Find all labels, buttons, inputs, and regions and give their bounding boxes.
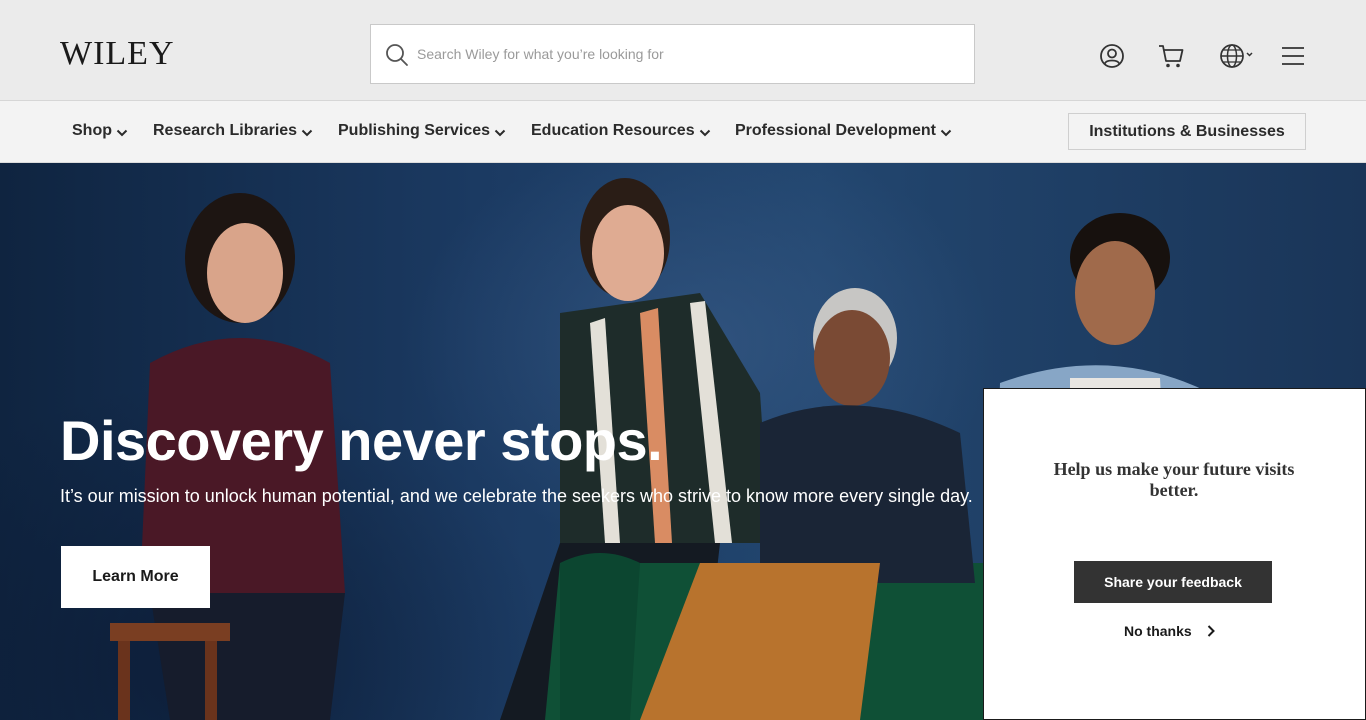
- nav-item-label: Shop: [72, 122, 112, 139]
- chevron-down-icon: [116, 129, 128, 136]
- search-input[interactable]: [417, 25, 967, 83]
- search-icon[interactable]: [385, 43, 409, 67]
- chevron-down-icon: [699, 129, 710, 136]
- feedback-popup: Help us make your future visits better. …: [983, 388, 1366, 720]
- institutions-businesses-button[interactable]: Institutions & Businesses: [1068, 113, 1306, 150]
- globe-icon[interactable]: [1218, 42, 1256, 70]
- nav-item-label: Education Resources: [531, 122, 695, 139]
- site-header: WILEY: [0, 0, 1366, 101]
- no-thanks-label: No thanks: [1124, 623, 1192, 639]
- nav-item-label: Research Libraries: [153, 122, 298, 139]
- main-nav: Shop Research Libraries Publishing Servi…: [0, 101, 1366, 163]
- chevron-down-icon: [494, 129, 506, 136]
- search-box[interactable]: [370, 24, 975, 84]
- nav-item-label: Publishing Services: [338, 122, 491, 139]
- wiley-logo[interactable]: WILEY: [60, 36, 175, 72]
- hero-title: Discovery never stops.: [60, 409, 663, 472]
- nav-item-research-libraries[interactable]: Research Libraries: [153, 122, 313, 140]
- account-icon[interactable]: [1098, 42, 1126, 70]
- menu-icon[interactable]: [1280, 42, 1308, 70]
- feedback-title: Help us make your future visits better.: [1053, 459, 1295, 500]
- nav-item-shop[interactable]: Shop: [72, 122, 128, 140]
- nav-item-label: Professional Development: [735, 122, 936, 139]
- share-feedback-button[interactable]: Share your feedback: [1074, 561, 1272, 603]
- nav-item-professional-development[interactable]: Professional Development: [735, 122, 952, 140]
- learn-more-button[interactable]: Learn More: [61, 546, 210, 608]
- chevron-down-icon: [940, 129, 952, 136]
- nav-item-education-resources[interactable]: Education Resources: [531, 122, 711, 140]
- nav-item-publishing-services[interactable]: Publishing Services: [338, 122, 506, 140]
- chevron-down-icon: [301, 129, 313, 136]
- chevron-right-icon: [1207, 625, 1215, 637]
- no-thanks-link[interactable]: No thanks: [1124, 623, 1216, 639]
- hero-subtitle: It’s our mission to unlock human potenti…: [60, 486, 973, 506]
- cart-icon[interactable]: [1157, 42, 1185, 70]
